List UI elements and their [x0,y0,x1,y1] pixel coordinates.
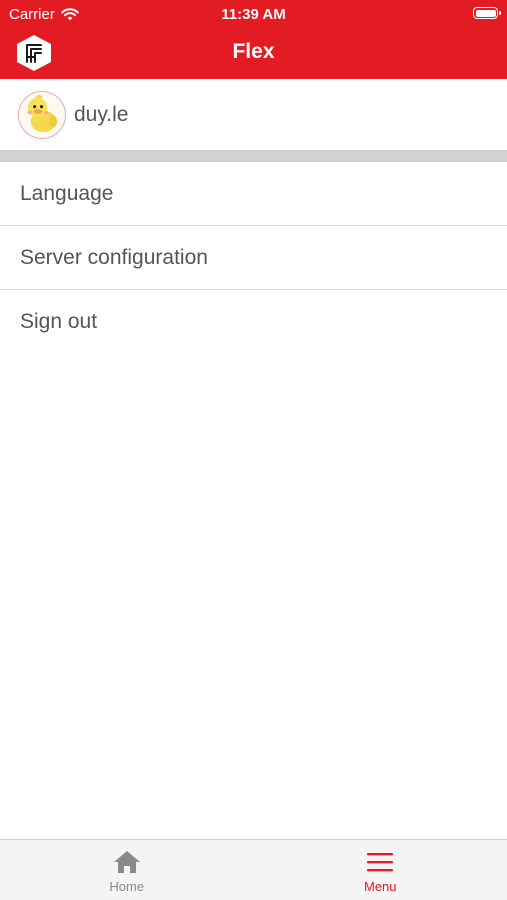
page-title: Flex [232,40,275,63]
username-label: duy.le [74,102,129,126]
menu-item-server-configuration[interactable]: Server configuration [0,226,507,290]
hamburger-icon [367,853,394,872]
tab-menu[interactable]: Menu [254,840,507,900]
tab-home-label: Home [109,879,145,894]
menu-item-label: Server configuration [20,245,208,269]
duck-avatar-image [19,91,64,137]
tab-home[interactable]: Home [0,840,254,900]
profile-row[interactable]: duy.le [0,79,507,150]
menu-item-label: Sign out [20,310,98,333]
menu-item-sign-out[interactable]: Sign out [0,290,507,354]
app-header: Carrier 11:39 AM Flex [0,0,507,79]
battery-icon [473,7,501,19]
avatar[interactable] [18,90,66,139]
bottom-tab-bar: Home Menu [0,839,507,900]
status-bar: Carrier 11:39 AM [0,0,507,28]
home-icon [113,851,140,873]
menu-item-label: Language [20,181,114,205]
tab-menu-label: Menu [363,879,397,894]
section-divider [0,150,507,162]
menu-item-language[interactable]: Language [0,162,507,226]
status-time: 11:39 AM [221,6,286,23]
settings-menu-list: Language Server configuration Sign out [0,162,507,354]
